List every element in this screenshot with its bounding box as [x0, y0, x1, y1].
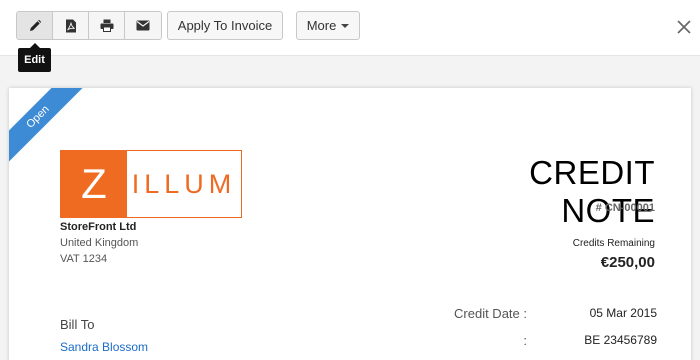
credit-note-number: # CN-00001: [595, 202, 655, 214]
company-name: StoreFront Ltd: [60, 221, 137, 233]
more-dropdown-button[interactable]: More: [296, 11, 360, 40]
edit-tooltip: Edit: [18, 43, 51, 72]
bill-to-label: Bill To: [60, 317, 95, 332]
apply-to-invoice-button[interactable]: Apply To Invoice: [167, 11, 283, 40]
close-icon[interactable]: [674, 17, 694, 37]
vat-number-label: :: [523, 333, 527, 348]
credit-date-value: 05 Mar 2015: [589, 306, 657, 320]
mail-icon: [136, 20, 150, 31]
action-button-group: [16, 11, 162, 40]
email-button[interactable]: [125, 12, 161, 39]
pdf-button[interactable]: [53, 12, 89, 39]
credits-remaining-value: €250,00: [600, 254, 655, 271]
print-button[interactable]: [89, 12, 125, 39]
credits-remaining-label: Credits Remaining: [572, 238, 655, 249]
caret-down-icon: [341, 23, 350, 28]
toolbar: Apply To Invoice More: [0, 0, 700, 56]
credit-date-label: Credit Date :: [454, 306, 527, 321]
document-title: CREDIT NOTE: [529, 154, 655, 229]
logo-initial: Z: [61, 151, 127, 217]
client-name-link[interactable]: Sandra Blossom: [60, 340, 148, 354]
edit-button[interactable]: [17, 12, 53, 39]
print-icon: [100, 19, 113, 32]
credit-note-document: Open Z ILLUM StoreFront Ltd United Kingd…: [9, 88, 691, 360]
pencil-icon: [29, 19, 41, 31]
company-vat: VAT 1234: [60, 253, 108, 265]
company-address: StoreFront Ltd United Kingdom VAT 1234: [60, 219, 138, 267]
company-logo: Z ILLUM: [60, 150, 242, 218]
more-label: More: [306, 18, 337, 33]
logo-text: ILLUM: [131, 168, 237, 199]
pdf-icon: [65, 19, 76, 32]
company-country: United Kingdom: [60, 237, 139, 249]
vat-number-value: BE 23456789: [584, 333, 657, 347]
